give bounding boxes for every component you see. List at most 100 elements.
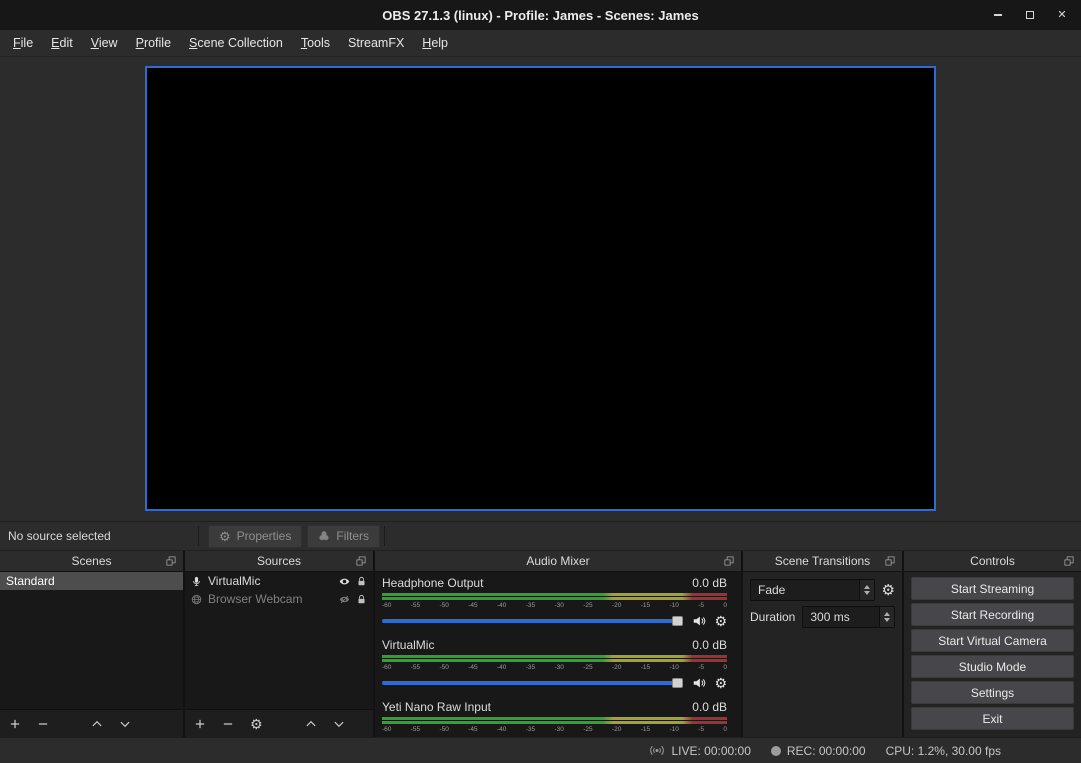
combo-spinner[interactable] (859, 580, 874, 600)
menu-item-tools[interactable]: Tools (292, 30, 339, 56)
menu-item-file[interactable]: File (4, 30, 42, 56)
move-scene-up-icon[interactable] (91, 718, 103, 730)
lock-icon[interactable] (356, 576, 367, 587)
mixer-channel-virtualmic: VirtualMic 0.0 dB -60-55-50-45-40-35-30-… (382, 637, 727, 692)
sources-list: VirtualMic Browser Webcam (185, 572, 373, 709)
mixer-channel-name: Headphone Output (382, 575, 483, 591)
settings-button[interactable]: Settings (911, 681, 1074, 704)
menu-item-help[interactable]: Help (413, 30, 457, 56)
mic-icon (191, 576, 202, 587)
visibility-off-eye-icon[interactable] (339, 594, 350, 605)
speaker-icon[interactable] (692, 676, 706, 690)
move-source-down-icon[interactable] (333, 718, 345, 730)
preview-canvas[interactable] (145, 66, 936, 511)
start-virtual-camera-button[interactable]: Start Virtual Camera (911, 629, 1074, 652)
menu-item-streamfx[interactable]: StreamFX (339, 30, 413, 56)
meter-scale-tick: -25 (583, 601, 592, 610)
globe-icon (191, 594, 202, 605)
rec-status: REC: 00:00:00 (787, 744, 866, 758)
source-item-browser-webcam[interactable]: Browser Webcam (185, 590, 373, 608)
minimize-button[interactable] (991, 8, 1005, 22)
meter-scale-tick: -60 (382, 663, 391, 672)
transition-settings-gear-icon[interactable]: ⚙ (882, 583, 895, 598)
filters-button[interactable]: Filters (307, 525, 380, 548)
volume-slider-handle[interactable] (672, 678, 683, 688)
scene-item-standard[interactable]: Standard (0, 572, 183, 590)
controls-dock: Controls Start StreamingStart RecordingS… (904, 551, 1081, 737)
meter-scale-tick: -10 (670, 663, 679, 672)
toolbar-separator (198, 526, 199, 546)
remove-scene-icon[interactable] (37, 718, 49, 730)
spin-down-icon[interactable] (864, 591, 870, 595)
popout-icon (884, 555, 896, 567)
titlebar: OBS 27.1.3 (linux) - Profile: James - Sc… (0, 0, 1081, 30)
meter-bar (382, 593, 727, 596)
meter-scale-tick: -55 (411, 601, 420, 610)
scenes-dock: Scenes Standard (0, 551, 183, 737)
speaker-icon[interactable] (692, 614, 706, 628)
start-streaming-button[interactable]: Start Streaming (911, 577, 1074, 600)
controls-body: Start Streaming Start Recording Start Virt… (904, 572, 1081, 737)
meter-scale-tick: -25 (583, 725, 592, 734)
volume-slider[interactable] (382, 736, 683, 737)
spin-up-icon[interactable] (884, 612, 890, 616)
add-scene-icon[interactable] (9, 718, 21, 730)
source-name: VirtualMic (208, 574, 260, 588)
spin-down-icon[interactable] (884, 618, 890, 622)
meter-scale-tick: -15 (641, 663, 650, 672)
menu-item-profile[interactable]: Profile (127, 30, 180, 56)
meter-scale-tick: -10 (670, 725, 679, 734)
properties-button[interactable]: ⚙ Properties (208, 525, 302, 548)
menu-item-scene-collection[interactable]: Scene Collection (180, 30, 292, 56)
volume-slider[interactable] (382, 612, 683, 630)
meter-scale-tick: -40 (497, 601, 506, 610)
transition-select[interactable]: Fade (750, 579, 875, 601)
scene-transitions-dock: Scene Transitions Fade ⚙ Duration 300 ms (743, 551, 902, 737)
source-properties-gear-icon[interactable]: ⚙ (250, 717, 263, 731)
volume-slider[interactable] (382, 674, 683, 692)
menu-item-view[interactable]: View (82, 30, 127, 56)
sources-dock: Sources VirtualMic Browser Webcam ⚙ (185, 551, 373, 737)
scene-transitions-dock-title: Scene Transitions (775, 554, 870, 568)
volume-slider-handle[interactable] (672, 616, 683, 626)
gear-icon[interactable]: ⚙ (714, 676, 727, 690)
remove-source-icon[interactable] (222, 718, 234, 730)
audio-mixer-list: Headphone Output 0.0 dB -60 -55 -50 -45 -40 -… (375, 572, 741, 737)
gear-icon[interactable]: ⚙ (714, 614, 727, 628)
close-button[interactable]: ✕ (1055, 8, 1069, 22)
stats-item: CPU: 1.2%, 30.00 fps (886, 744, 1001, 758)
meter-scale-tick: -45 (468, 725, 477, 734)
controls-dock-title: Controls (970, 554, 1015, 568)
scenes-dock-header: Scenes (0, 551, 183, 572)
studio-mode-button[interactable]: Studio Mode (911, 655, 1074, 678)
meter-scale-tick: -10 (670, 601, 679, 610)
meter-scale-tick: -50 (440, 725, 449, 734)
maximize-button[interactable] (1023, 8, 1037, 22)
meter-scale-tick: -40 (497, 725, 506, 734)
duration-label: Duration (750, 610, 795, 624)
menu-item-edit[interactable]: Edit (42, 30, 82, 56)
meter-scale-tick: -45 (468, 601, 477, 610)
meter-scale-tick: -45 (468, 663, 477, 672)
meter-scale-tick: -25 (583, 663, 592, 672)
duration-spinbox[interactable]: 300 ms (802, 606, 895, 628)
add-source-icon[interactable] (194, 718, 206, 730)
move-scene-down-icon[interactable] (119, 718, 131, 730)
meter-scale-tick: -55 (411, 725, 420, 734)
spin-up-icon[interactable] (864, 585, 870, 589)
gear-icon: ⚙ (219, 530, 231, 543)
lock-icon[interactable] (356, 594, 367, 605)
move-source-up-icon[interactable] (305, 718, 317, 730)
mixer-channel-level: 0.0 dB (692, 699, 727, 715)
meter-scale-tick: -60 (382, 725, 391, 734)
start-recording-button[interactable]: Start Recording (911, 603, 1074, 626)
meter-scale-tick: -50 (440, 663, 449, 672)
duration-value: 300 ms (803, 610, 879, 624)
spinbox-arrows[interactable] (879, 607, 894, 627)
rec-status-item: REC: 00:00:00 (771, 744, 866, 758)
visibility-on-eye-icon[interactable] (339, 576, 350, 587)
exit-button[interactable]: Exit (911, 707, 1074, 730)
window-title: OBS 27.1.3 (linux) - Profile: James - Sc… (0, 8, 1081, 23)
source-item-virtualmic[interactable]: VirtualMic (185, 572, 373, 590)
meter-scale-tick: 0 (723, 601, 727, 610)
